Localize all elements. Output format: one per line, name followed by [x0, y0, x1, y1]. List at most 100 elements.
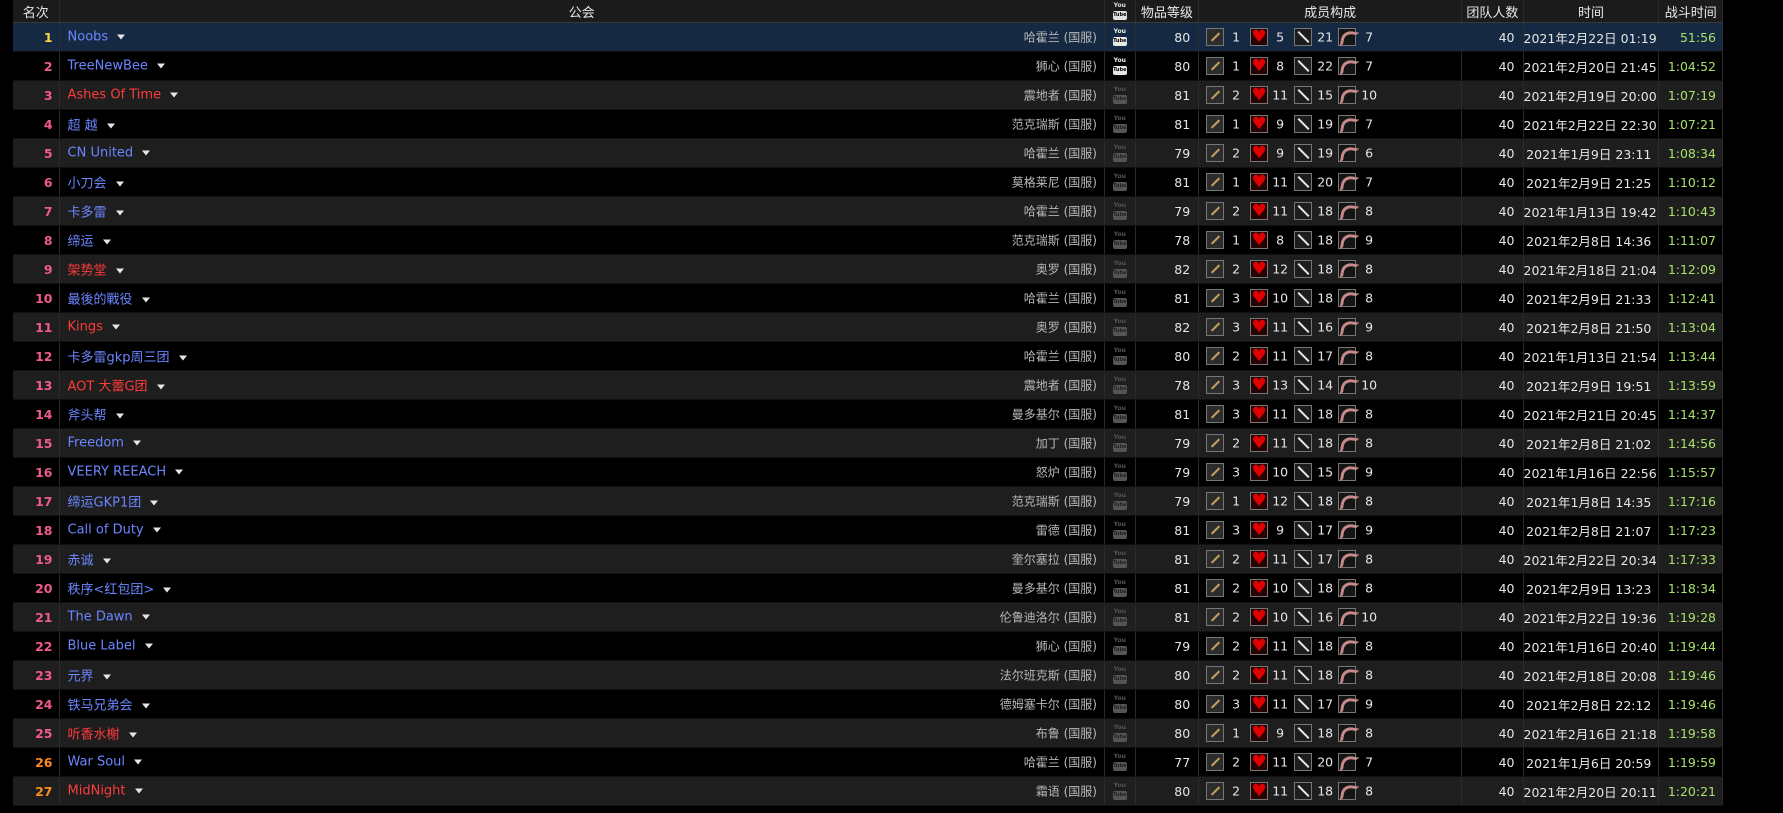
dropdown-caret-icon[interactable]	[178, 355, 187, 361]
table-row[interactable]: 7 卡多雷 哈霍兰 (国服) 79 2 11 18 8 402021年1月13日 19:421:…	[13, 196, 1723, 226]
header-rank[interactable]: 名次	[13, 0, 60, 23]
guild-name-link[interactable]: Noobs	[68, 30, 126, 45]
dropdown-caret-icon[interactable]	[102, 558, 111, 564]
table-row[interactable]: 24 铁马兄弟会 德姆塞卡尔 (国服) 80 3 11 17 9 402021年2月8日 22:…	[13, 689, 1723, 719]
header-duration[interactable]: 战斗时间	[1658, 0, 1723, 23]
guild-name-link[interactable]: Ashes Of Time	[68, 88, 179, 103]
table-row[interactable]: 21 The Dawn 伦鲁迪洛尔 (国服) 81 2 10 16 10 402021年2月22…	[13, 602, 1723, 632]
guild-name-link[interactable]: 听香水榭	[68, 724, 137, 743]
dropdown-caret-icon[interactable]	[115, 210, 124, 216]
dropdown-caret-icon[interactable]	[150, 500, 159, 506]
dropdown-caret-icon[interactable]	[163, 587, 172, 593]
header-size[interactable]: 团队人数	[1461, 0, 1524, 23]
guild-name-link[interactable]: 元界	[68, 666, 111, 685]
dropdown-caret-icon[interactable]	[134, 759, 143, 765]
guild-name-link[interactable]: 赤诚	[68, 550, 111, 569]
table-row[interactable]: 4超 越范克瑞斯 (国服)8119197402021年2月22日 22:301:…	[13, 109, 1723, 139]
guild-name-link[interactable]: 卡多雷gkp周三团	[68, 347, 187, 366]
header-guild[interactable]: 公会	[59, 0, 1105, 23]
table-row[interactable]: 23 元界 法尔班克斯 (国服) 80 2 11 18 8 402021年2月18日 20:08…	[13, 660, 1723, 690]
table-row[interactable]: 3 Ashes Of Time 震地者 (国服) 81 2 11 15 10 402021年2月…	[13, 80, 1723, 110]
table-row[interactable]: 19 赤诚 奎尔塞拉 (国服) 81 2 11 17 8 402021年2月22日 20:341…	[13, 544, 1723, 574]
guild-name-link[interactable]: 超 越	[68, 115, 115, 134]
dropdown-caret-icon[interactable]	[141, 703, 150, 709]
header-video[interactable]	[1104, 0, 1136, 23]
guild-name-link[interactable]: 斧头帮	[68, 405, 124, 424]
tank-count: 2	[1232, 754, 1241, 770]
dropdown-caret-icon[interactable]	[156, 63, 165, 69]
dropdown-caret-icon[interactable]	[152, 527, 161, 533]
ranged-icon	[1338, 260, 1357, 278]
guild-name-link[interactable]: CN United	[68, 146, 151, 161]
header-ilvl[interactable]: 物品等级	[1135, 0, 1200, 23]
dropdown-caret-icon[interactable]	[111, 324, 120, 330]
table-row[interactable]: 14 斧头帮 曼多基尔 (国服) 81 3 11 18 8 402021年2月21日 20:45…	[13, 399, 1723, 429]
guild-name-link[interactable]: 架势堂	[68, 260, 124, 279]
header-time[interactable]: 时间	[1523, 0, 1660, 23]
guild-name-link[interactable]: 最後的戰役	[68, 289, 150, 308]
guild-name-link[interactable]: VEERY REEACH	[68, 465, 184, 480]
video-icon[interactable]	[1112, 28, 1127, 47]
dropdown-caret-icon[interactable]	[134, 788, 143, 794]
table-row[interactable]: 1 Noobs 哈霍兰 (国服) 80 1 5 21 7 402021年2月22日 01:195…	[13, 22, 1723, 52]
table-row[interactable]: 27 MidNight 霜语 (国服) 80 2 11 18 8 402021年2月20日 20…	[13, 776, 1723, 806]
guild-name-link[interactable]: Kings	[68, 320, 120, 335]
table-row[interactable]: 15 Freedom 加丁 (国服) 79 2 11 18 8 402021年2月8日 21:0…	[13, 428, 1723, 458]
table-row[interactable]: 11 Kings 奥罗 (国服) 82 3 11 16 9 402021年2月8日 21:501…	[13, 312, 1723, 342]
guild-name-link[interactable]: AOT 大蕾G团	[68, 376, 165, 395]
table-row[interactable]: 8缔运范克瑞斯 (国服)7818189402021年2月8日 14:361:11…	[13, 225, 1723, 255]
video-icon[interactable]	[1112, 57, 1127, 76]
rank-cell: 19	[13, 544, 60, 574]
table-row[interactable]: 10 最後的戰役 哈霍兰 (国服) 81 3 10 18 8 402021年2月9日 21:33…	[13, 283, 1723, 313]
table-row[interactable]: 18 Call of Duty 雷德 (国服) 81 3 9 17 9 402021年2月8日 …	[13, 515, 1723, 545]
guild-name-link[interactable]: MidNight	[68, 784, 143, 799]
table-row[interactable]: 13 AOT 大蕾G团 震地者 (国服) 78 3 13 14 10 402021年2月9日 1…	[13, 370, 1723, 400]
rank-cell: 23	[13, 660, 60, 690]
dropdown-caret-icon[interactable]	[102, 674, 111, 680]
tank-icon	[1206, 637, 1225, 655]
dropdown-caret-icon[interactable]	[115, 413, 124, 419]
guild-name-link[interactable]: War Soul	[68, 755, 143, 770]
table-row[interactable]: 22 Blue Label 狮心 (国服) 79 2 11 18 8 402021年1月16日 …	[13, 631, 1723, 661]
dropdown-caret-icon[interactable]	[132, 440, 141, 446]
table-row[interactable]: 17 缔运GKP1团 范克瑞斯 (国服) 79 1 12 18 8 402021年1月8日 14…	[13, 486, 1723, 516]
dropdown-caret-icon[interactable]	[115, 268, 124, 274]
dropdown-caret-icon[interactable]	[156, 384, 165, 390]
table-row[interactable]: 20 秩序<红包团> 曼多基尔 (国服) 81 2 10 18 8 402021年2月9日 13…	[13, 573, 1723, 603]
dropdown-caret-icon[interactable]	[144, 643, 153, 649]
dropdown-caret-icon[interactable]	[175, 469, 184, 475]
video-cell	[1104, 457, 1136, 487]
table-row[interactable]: 5 CN United 哈霍兰 (国服) 79 2 9 19 6 402021年1月9日 23:…	[13, 138, 1723, 168]
dropdown-caret-icon[interactable]	[106, 123, 115, 129]
guild-name-link[interactable]: Freedom	[68, 436, 141, 451]
dropdown-caret-icon[interactable]	[141, 614, 150, 620]
table-row[interactable]: 12 卡多雷gkp周三团 哈霍兰 (国服) 80 2 11 17 8 402021年1月13日 …	[13, 341, 1723, 371]
guild-name-link[interactable]: The Dawn	[68, 610, 150, 625]
guild-name-link[interactable]: 秩序<红包团>	[68, 579, 172, 598]
guild-name-link[interactable]: Call of Duty	[68, 523, 161, 538]
guild-name-link[interactable]: Blue Label	[68, 639, 153, 654]
guild-name-link[interactable]: 铁马兄弟会	[68, 695, 150, 714]
guild-name-link[interactable]: 小刀会	[68, 173, 124, 192]
table-row[interactable]: 25 听香水榭 布鲁 (国服) 80 1 9 18 8 402021年2月16日 21:181:…	[13, 718, 1723, 748]
guild-name-link[interactable]: TreeNewBee	[68, 59, 165, 74]
dropdown-caret-icon[interactable]	[115, 181, 124, 187]
kill-time: 2021年2月18日 20:08	[1523, 660, 1660, 690]
header-composition[interactable]: 成员构成	[1198, 0, 1463, 23]
table-row[interactable]: 26 War Soul 哈霍兰 (国服) 77 2 11 20 7 402021年1月6日 20…	[13, 747, 1723, 777]
ranged-icon	[1338, 666, 1357, 684]
dropdown-caret-icon[interactable]	[128, 732, 137, 738]
dropdown-caret-icon[interactable]	[141, 297, 150, 303]
dropdown-caret-icon[interactable]	[142, 150, 151, 156]
dropdown-caret-icon[interactable]	[170, 92, 179, 98]
table-row[interactable]: 9 架势堂 奥罗 (国服) 82 2 12 18 8 402021年2月18日 21:041:1…	[13, 254, 1723, 284]
video-cell	[1104, 718, 1136, 748]
dropdown-caret-icon[interactable]	[117, 34, 126, 40]
guild-name-link[interactable]: 缔运	[68, 231, 111, 250]
guild-name-link[interactable]: 缔运GKP1团	[68, 492, 159, 511]
guild-name-link[interactable]: 卡多雷	[68, 202, 124, 221]
dropdown-caret-icon[interactable]	[102, 239, 111, 245]
table-row[interactable]: 6小刀会莫格莱尼 (国服)81111207402021年2月9日 21:251:…	[13, 167, 1723, 197]
table-row[interactable]: 2 TreeNewBee 狮心 (国服) 80 1 8 22 7 402021年2月20日 21…	[13, 51, 1723, 81]
table-row[interactable]: 16 VEERY REEACH 怒炉 (国服) 79 3 10 15 9 402021年1月16…	[13, 457, 1723, 487]
